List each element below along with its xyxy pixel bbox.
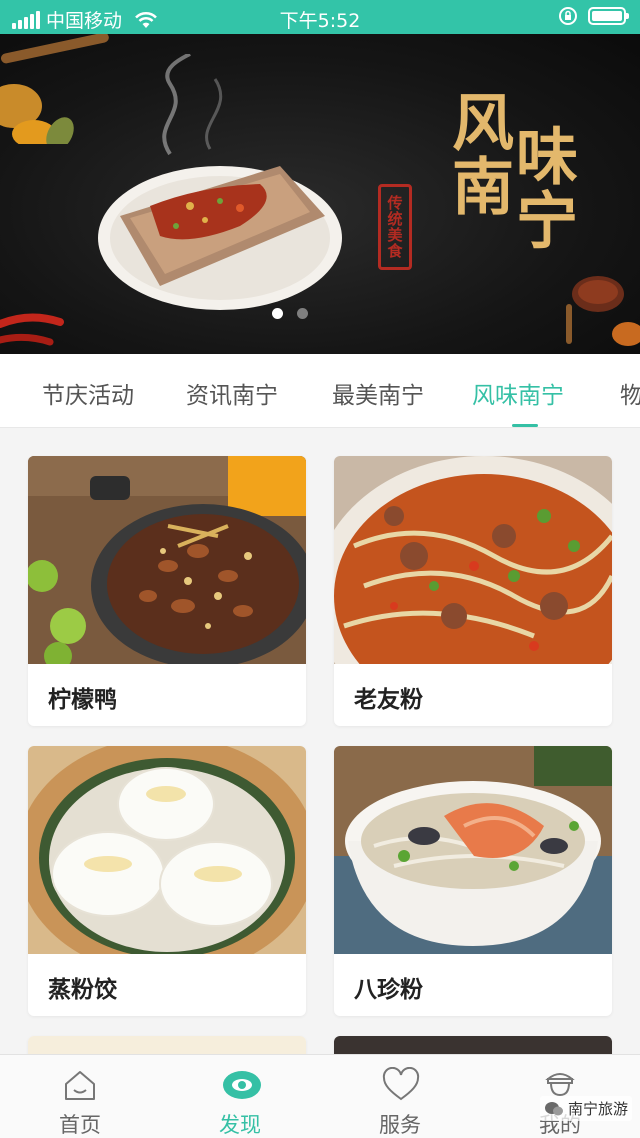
nav-services[interactable]: 服务 — [320, 1055, 480, 1138]
nav-services-label: 服务 — [379, 1113, 421, 1137]
food-card-partial[interactable] — [28, 1036, 306, 1054]
food-name: 八珍粉 — [354, 977, 423, 1003]
food-name: 老友粉 — [354, 687, 423, 713]
tab-festival-events[interactable]: 节庆活动 — [42, 376, 134, 410]
duck-plate-image — [98, 166, 342, 310]
source-watermark: 南宁旅游 — [539, 1096, 632, 1121]
nav-discover[interactable]: 发现 — [160, 1055, 320, 1138]
status-bar: 中国移动 下午5:52 — [0, 0, 640, 34]
status-right — [558, 6, 629, 26]
watermark-text: 南宁旅游 — [567, 1100, 628, 1118]
lemon-duck-photo — [28, 456, 306, 664]
tab-partial[interactable]: 物 — [620, 376, 640, 410]
banner-pagination[interactable] — [272, 308, 308, 319]
banner-dot-2[interactable] — [297, 308, 308, 319]
tab-nanning-flavor[interactable]: 风味南宁 — [472, 376, 564, 410]
food-banner[interactable]: 传统美食 风南 味宁 — [0, 34, 640, 354]
traditional-food-seal: 传统美食 — [378, 184, 412, 270]
heart-icon — [382, 1067, 420, 1101]
nav-discover-label: 发现 — [219, 1113, 261, 1137]
food-card[interactable]: 柠檬鸭 — [28, 456, 306, 726]
orientation-lock-icon — [559, 7, 577, 25]
partial-photo — [28, 1036, 306, 1054]
food-name: 柠檬鸭 — [48, 687, 117, 713]
food-card-partial[interactable] — [334, 1036, 612, 1054]
food-grid: 柠檬鸭 老友粉 蒸粉饺 八珍粉 — [0, 428, 640, 1054]
banner-dot-1[interactable] — [272, 308, 283, 319]
banner-title-right: 味宁 — [505, 124, 578, 252]
food-card[interactable]: 老友粉 — [334, 456, 612, 726]
steamed-dumplings-photo — [28, 746, 306, 954]
spices-decoration — [0, 34, 109, 144]
home-icon — [65, 1071, 95, 1100]
spice-bowls-decoration — [566, 276, 640, 346]
laoyou-noodles-photo — [334, 456, 612, 664]
category-tabs: 节庆活动 资讯南宁 最美南宁 风味南宁 物 — [0, 354, 640, 428]
tab-nanning-news[interactable]: 资讯南宁 — [186, 376, 278, 410]
food-name: 蒸粉饺 — [48, 977, 117, 1003]
nav-home-label: 首页 — [59, 1113, 101, 1137]
chili-decoration — [0, 313, 64, 346]
food-card[interactable]: 蒸粉饺 — [28, 746, 306, 1016]
eye-icon — [223, 1071, 261, 1099]
wechat-icon — [544, 1101, 563, 1115]
bazhen-noodles-photo — [334, 746, 612, 954]
status-time: 下午5:52 — [279, 10, 361, 32]
food-card[interactable]: 八珍粉 — [334, 746, 612, 1016]
partial-photo — [334, 1036, 612, 1054]
nav-home[interactable]: 首页 — [0, 1055, 160, 1138]
battery-icon — [588, 7, 629, 25]
tab-active-indicator — [512, 424, 538, 427]
tab-beautiful-nanning[interactable]: 最美南宁 — [332, 376, 424, 410]
